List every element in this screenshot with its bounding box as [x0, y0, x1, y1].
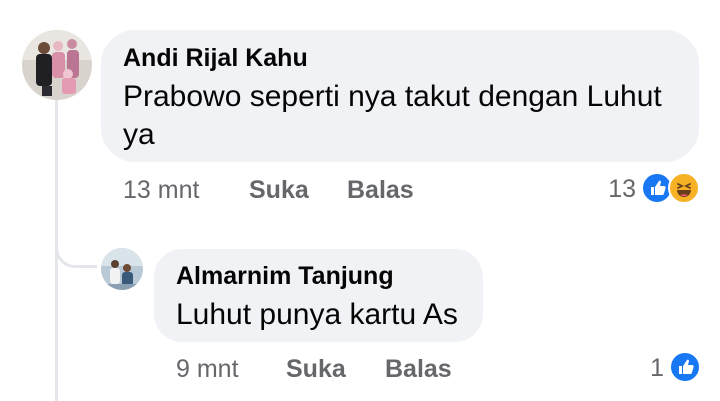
comment-text-line-1: Prabowo seperti nya takut dengan Luhut — [123, 80, 662, 113]
avatar[interactable] — [22, 30, 92, 100]
comment-author[interactable]: Almarnim Tanjung — [176, 262, 394, 291]
haha-icon[interactable] — [668, 172, 700, 204]
like-button[interactable]: Suka — [286, 355, 346, 384]
avatar[interactable] — [101, 248, 143, 290]
reply-button[interactable]: Balas — [385, 355, 452, 384]
comment-timestamp[interactable]: 9 mnt — [176, 355, 239, 384]
comment-author[interactable]: Andi Rijal Kahu — [123, 44, 308, 73]
reaction-count[interactable]: 1 — [630, 354, 664, 383]
like-icon[interactable] — [669, 351, 701, 383]
reply-button[interactable]: Balas — [347, 176, 414, 205]
comment-text: Luhut punya kartu As — [176, 298, 458, 331]
reply-connector — [55, 222, 97, 268]
reaction-count[interactable]: 13 — [590, 175, 636, 204]
like-button[interactable]: Suka — [249, 176, 309, 205]
comment-timestamp[interactable]: 13 mnt — [123, 176, 199, 205]
comment-text-line-2: ya — [123, 118, 155, 151]
